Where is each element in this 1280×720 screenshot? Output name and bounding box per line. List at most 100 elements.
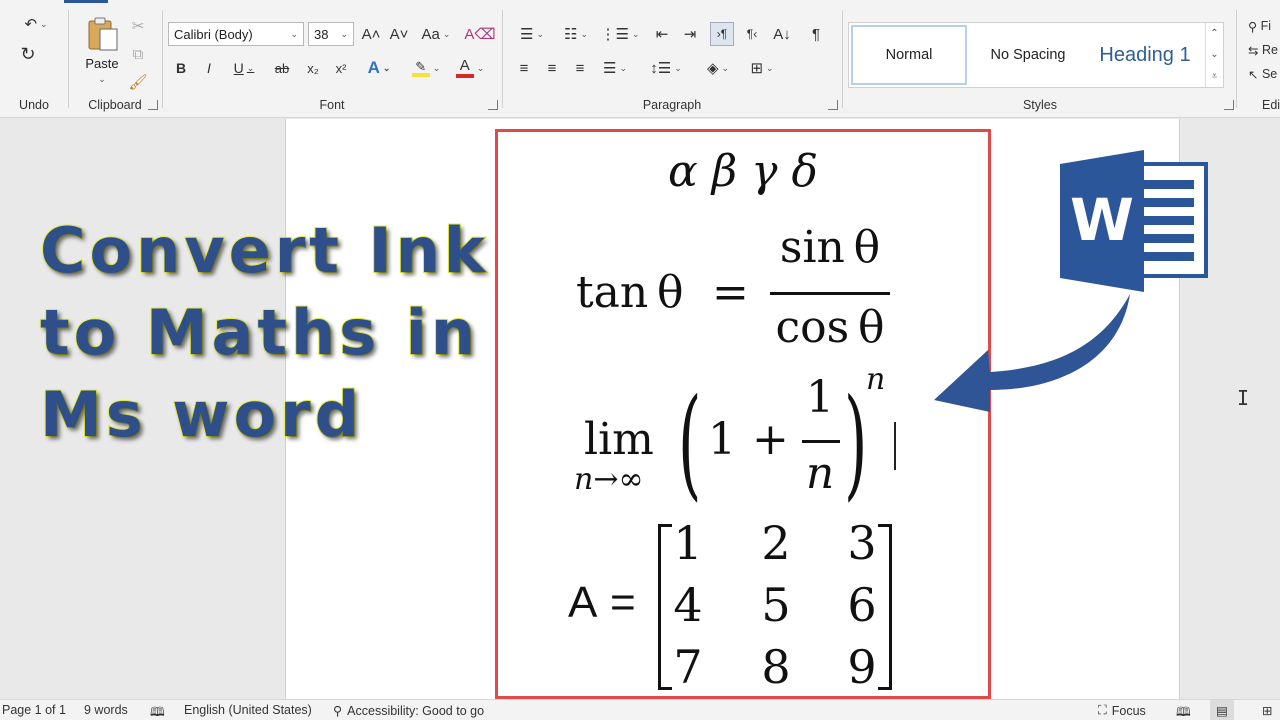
eq2-numerator: 1	[806, 372, 834, 423]
shrink-font-button[interactable]: A˅	[388, 22, 410, 46]
line-spacing-icon: ↕☰	[650, 60, 672, 77]
replace-button[interactable]: ⇆ Re	[1248, 38, 1280, 62]
eq2-subscript: n→∞	[574, 462, 644, 497]
font-color-button[interactable]: A ⌄	[452, 56, 488, 80]
eq2-close-paren: )	[844, 374, 868, 513]
group-separator	[68, 10, 69, 108]
web-layout-button[interactable]: ⊞	[1262, 703, 1272, 718]
status-bar: Page 1 of 1 9 words 🕮 English (United St…	[0, 699, 1280, 720]
italic-button[interactable]: I	[198, 56, 220, 80]
styles-group: Styles	[844, 8, 1236, 118]
matrix-cell: 6	[847, 578, 877, 632]
ribbon: ↶ ⌄ ↻ Undo Paste ⌄ ✂ ⧉ 🖌 Clipboard Calib…	[0, 0, 1280, 118]
proofing-button[interactable]: 🕮	[150, 703, 165, 720]
dialog-launcher-icon[interactable]	[148, 100, 158, 110]
matrix-label: A	[568, 578, 598, 627]
line-spacing-button[interactable]: ↕☰ ⌄	[646, 56, 686, 80]
dialog-launcher-icon[interactable]	[828, 100, 838, 110]
paragraph-group: ☰ ⌄ ☷ ⌄ ⋮☰ ⌄ ⇤ ⇥ ›¶ ¶‹ A↓ ¶ ≡ ≡ ≡ ☰ ⌄ ↕☰ ⌄ ◈ ⌄…	[504, 8, 840, 118]
home-tab-indicator	[64, 0, 108, 3]
clear-formatting-button[interactable]: A⌫	[464, 22, 495, 46]
accessibility-button[interactable]: ⚲ Accessibility: Good to go	[333, 703, 484, 719]
select-button[interactable]: ↖ Se	[1248, 62, 1280, 86]
sort-button[interactable]: A↓	[770, 22, 794, 46]
copy-button[interactable]: ⧉	[128, 42, 148, 66]
rtl-button[interactable]: ¶‹	[740, 22, 764, 46]
read-mode-button[interactable]: 🕮	[1176, 703, 1191, 720]
subscript-icon: x₂	[307, 60, 319, 76]
copy-icon: ⧉	[132, 45, 144, 63]
increase-indent-button[interactable]: ⇥	[678, 22, 702, 46]
chevron-down-icon: ⌄	[98, 74, 106, 84]
align-left-icon: ≡	[519, 59, 529, 77]
find-button[interactable]: ⚲ Fi	[1248, 14, 1280, 38]
group-separator	[502, 10, 503, 108]
math-equation-box[interactable]: α β γ δ tan θ = sin θ cos θ lim n→∞ ( 1 …	[495, 129, 991, 699]
shading-button[interactable]: ◈ ⌄	[698, 56, 738, 80]
bold-icon: B	[175, 60, 187, 76]
bold-button[interactable]: B	[170, 56, 192, 80]
multilevel-list-button[interactable]: ⋮☰ ⌄	[600, 22, 640, 46]
eq2-denominator: n	[805, 448, 835, 499]
highlight-button[interactable]: ✎ ⌄	[408, 56, 444, 80]
word-count[interactable]: 9 words	[84, 703, 128, 717]
undo-button[interactable]: ↶ ⌄	[16, 12, 56, 36]
align-right-button[interactable]: ≡	[568, 56, 592, 80]
underline-button[interactable]: U ⌄	[226, 56, 262, 80]
cut-button[interactable]: ✂	[128, 14, 148, 38]
font-size-value: 38	[314, 26, 329, 42]
paste-button[interactable]: Paste ⌄	[80, 14, 124, 92]
page-count-label: Page 1 of 1	[2, 703, 66, 717]
chevron-down-icon: ⌄	[476, 62, 485, 73]
search-icon: ⚲	[1248, 19, 1258, 34]
print-layout-icon: ▤	[1216, 703, 1228, 718]
matrix-cell: 3	[847, 516, 877, 570]
borders-button[interactable]: ⊞ ⌄	[742, 56, 782, 80]
language-button[interactable]: English (United States)	[184, 703, 312, 717]
font-size-select[interactable]: 38 ⌄	[308, 22, 354, 46]
format-painter-button[interactable]: 🖌	[128, 70, 148, 94]
word-logo-letter: W	[1070, 186, 1134, 254]
focus-label: Focus	[1111, 703, 1146, 718]
matrix-cell: 5	[761, 578, 791, 632]
matrix-cell: 4	[673, 578, 703, 632]
numbering-button[interactable]: ☷ ⌄	[556, 22, 596, 46]
font-group-label: Font	[319, 98, 345, 112]
strikethrough-button[interactable]: ab	[270, 56, 294, 80]
ltr-button[interactable]: ›¶	[710, 22, 734, 46]
chevron-down-icon: ⌄	[721, 62, 730, 73]
print-layout-button[interactable]: ▤	[1210, 700, 1234, 720]
subscript-button[interactable]: x₂	[302, 56, 324, 80]
decrease-indent-button[interactable]: ⇤	[650, 22, 674, 46]
clear-formatting-icon: A⌫	[464, 26, 496, 43]
word-count-label: 9 words	[84, 703, 128, 717]
editing-group-label: Edi	[1262, 98, 1280, 112]
dialog-launcher-icon[interactable]	[488, 100, 498, 110]
change-case-button[interactable]: Aa ⌄	[418, 22, 454, 46]
align-center-button[interactable]: ≡	[540, 56, 564, 80]
align-center-icon: ≡	[547, 59, 557, 77]
align-left-button[interactable]: ≡	[512, 56, 536, 80]
superscript-button[interactable]: x²	[330, 56, 352, 80]
group-separator	[1236, 10, 1237, 108]
eq2-open-paren: (	[678, 374, 702, 513]
dialog-launcher-icon[interactable]	[1224, 100, 1234, 110]
text-effects-button[interactable]: A ⌄	[362, 56, 396, 80]
font-name-select[interactable]: Calibri (Body) ⌄	[168, 22, 304, 46]
matrix-equals: =	[610, 578, 636, 627]
grow-font-button[interactable]: A˄	[360, 22, 382, 46]
font-name-value: Calibri (Body)	[174, 26, 253, 42]
replace-label: Re	[1261, 43, 1278, 57]
group-separator	[162, 10, 163, 108]
page-count[interactable]: Page 1 of 1	[2, 703, 66, 717]
font-color-icon: A	[455, 58, 474, 78]
justify-button[interactable]: ☰ ⌄	[596, 56, 634, 80]
bullets-button[interactable]: ☰ ⌄	[512, 22, 552, 46]
find-label: Fi	[1260, 19, 1272, 33]
redo-button[interactable]: ↻	[16, 42, 40, 66]
undo-group-label: Undo	[19, 98, 49, 112]
show-formatting-button[interactable]: ¶	[804, 22, 828, 46]
align-right-icon: ≡	[575, 59, 585, 77]
focus-button[interactable]: ⛶ Focus	[1098, 703, 1146, 718]
eq1-equals: =	[712, 267, 749, 318]
